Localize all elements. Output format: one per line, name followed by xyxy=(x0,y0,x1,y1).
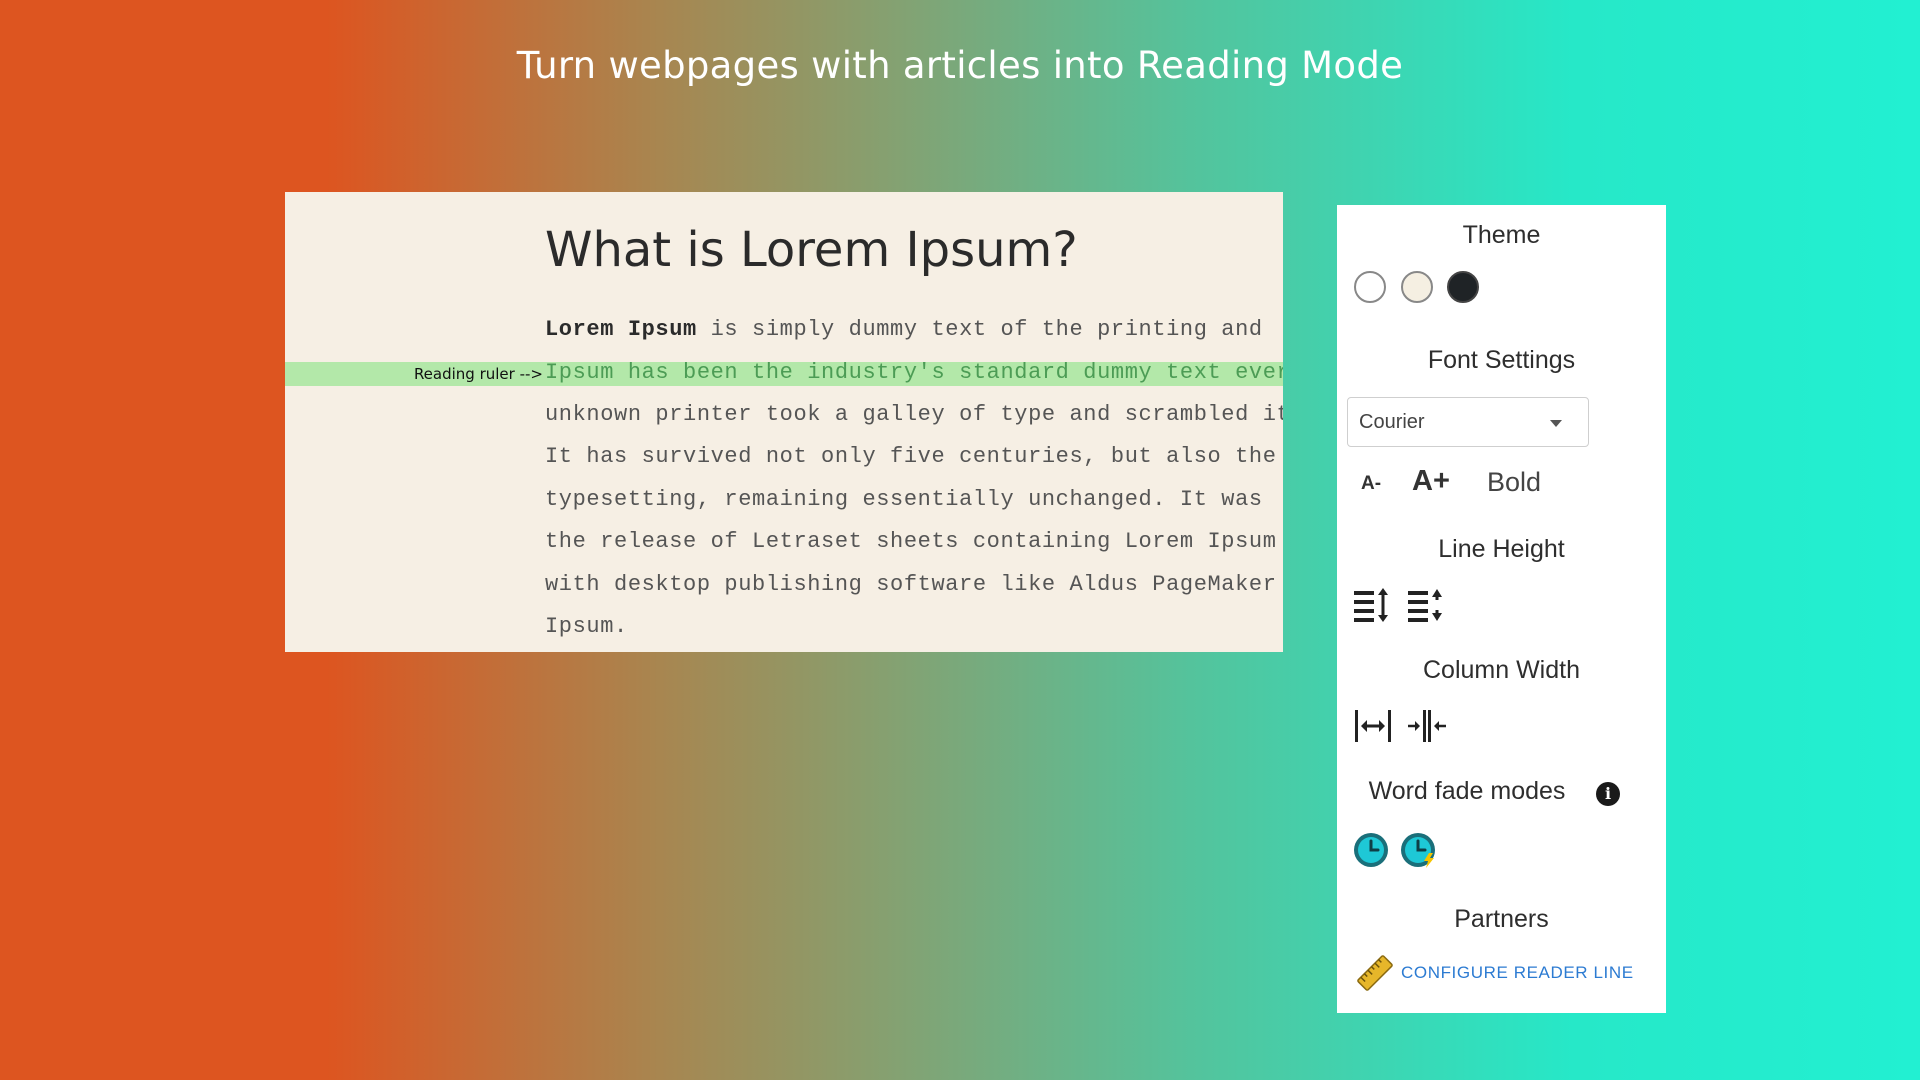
word-fade-mode-2-icon[interactable] xyxy=(1399,831,1439,869)
article-line-1: Lorem Ipsum is simply dummy text of the … xyxy=(545,317,1263,342)
font-family-select[interactable]: Courier xyxy=(1347,397,1589,447)
article-title: What is Lorem Ipsum? xyxy=(545,222,1078,278)
bold-toggle-button[interactable]: Bold xyxy=(1487,467,1541,498)
configure-reader-line-link[interactable]: CONFIGURE READER LINE xyxy=(1401,963,1634,983)
ruler-icon xyxy=(1357,955,1393,991)
line-height-increase-icon[interactable] xyxy=(1353,587,1391,623)
reading-ruler-label: Reading ruler --> xyxy=(413,365,543,383)
headline: Turn webpages with articles into Reading… xyxy=(516,44,1404,87)
article-line-3: unknown printer took a galley of type an… xyxy=(545,402,1283,427)
font-settings-title: Font Settings xyxy=(1427,346,1576,374)
article-line-1-text: is simply dummy text of the printing and xyxy=(696,317,1263,342)
column-width-decrease-icon[interactable] xyxy=(1407,708,1447,744)
info-icon[interactable]: i xyxy=(1596,782,1620,806)
word-fade-title: Word fade modes xyxy=(1368,777,1566,805)
article-lead-bold: Lorem Ipsum xyxy=(545,317,697,342)
theme-dark-swatch[interactable] xyxy=(1447,271,1479,303)
article-line-2: Ipsum has been the industry's standard d… xyxy=(545,360,1283,385)
theme-title: Theme xyxy=(1462,221,1541,249)
font-increase-button[interactable]: A+ xyxy=(1412,465,1450,498)
article-line-6: the release of Letraset sheets containin… xyxy=(545,529,1277,554)
article-line-5: typesetting, remaining essentially uncha… xyxy=(545,487,1263,512)
word-fade-mode-1-icon[interactable] xyxy=(1352,831,1390,869)
article-line-7: with desktop publishing software like Al… xyxy=(545,572,1277,597)
column-width-increase-icon[interactable] xyxy=(1353,708,1393,744)
line-height-title: Line Height xyxy=(1438,535,1565,563)
article-line-8: Ipsum. xyxy=(545,614,628,639)
theme-white-swatch[interactable] xyxy=(1354,271,1386,303)
line-height-decrease-icon[interactable] xyxy=(1407,587,1445,623)
font-decrease-button[interactable]: A- xyxy=(1361,473,1381,495)
partners-title: Partners xyxy=(1454,905,1549,933)
article-line-4: It has survived not only five centuries,… xyxy=(545,444,1277,469)
article-preview: What is Lorem Ipsum? Lorem Ipsum is simp… xyxy=(285,192,1283,652)
settings-panel: Theme Font Settings Courier A- A+ Bold L… xyxy=(1337,205,1666,1013)
theme-sepia-swatch[interactable] xyxy=(1401,271,1433,303)
chevron-down-icon xyxy=(1550,420,1562,427)
font-family-value: Courier xyxy=(1359,411,1425,433)
column-width-title: Column Width xyxy=(1423,656,1580,684)
